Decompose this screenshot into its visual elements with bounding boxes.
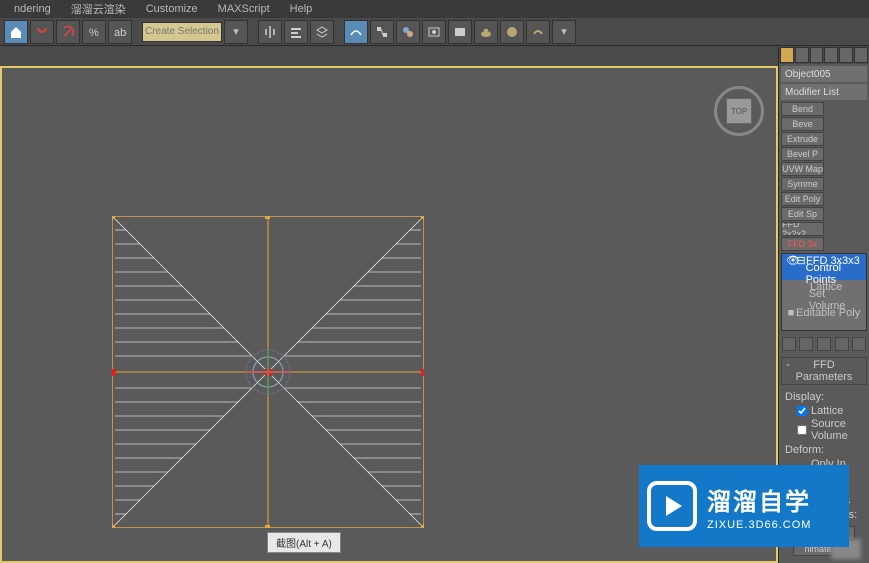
curve-editor-icon[interactable] [344, 20, 368, 44]
render-preset-icon[interactable] [526, 20, 550, 44]
watermark-url: ZIXUE.3D66.COM [707, 519, 811, 531]
modifier-list-dropdown[interactable]: Modifier List [781, 84, 867, 100]
mod-bend[interactable]: Bend [781, 102, 824, 116]
modifier-stack[interactable]: 👁⊟FFD 3x3x3 Control Points Lattice Set V… [781, 253, 867, 331]
hierarchy-tab-icon[interactable] [810, 47, 824, 63]
watermark: 溜溜自学 ZIXUE.3D66.COM [639, 465, 849, 547]
motion-tab-icon[interactable] [824, 47, 838, 63]
remove-modifier-icon[interactable] [835, 337, 849, 351]
configure-sets-icon[interactable] [852, 337, 866, 351]
menu-rendering[interactable]: ndering [4, 3, 61, 15]
angle-snap-icon[interactable] [56, 20, 80, 44]
percent-snap-icon[interactable]: % [82, 20, 106, 44]
mod-bevel-profile[interactable]: Bevel P [781, 147, 824, 161]
pin-stack-icon[interactable] [782, 337, 796, 351]
source-volume-checkbox[interactable]: Source Volume [797, 418, 863, 442]
align-icon[interactable] [284, 20, 308, 44]
spinner-snap-icon[interactable]: abc [108, 20, 132, 44]
create-tab-icon[interactable] [780, 47, 794, 63]
main-toolbar: % abc ▾ ▾ [0, 18, 869, 46]
mod-uvw-map[interactable]: UVW Map [781, 162, 824, 176]
render-setup-icon[interactable] [422, 20, 446, 44]
menu-customize[interactable]: Customize [136, 3, 208, 15]
svg-text:%: % [89, 27, 99, 39]
layers-icon[interactable] [310, 20, 334, 44]
mod-bevel[interactable]: Beve [781, 117, 824, 131]
render-dropdown-icon[interactable]: ▾ [552, 20, 576, 44]
modify-tab-icon[interactable] [795, 47, 809, 63]
object-name-field[interactable]: Object005 [781, 66, 867, 82]
home-icon[interactable] [4, 20, 28, 44]
show-end-result-icon[interactable] [799, 337, 813, 351]
deform-label: Deform: [785, 444, 863, 456]
utilities-tab-icon[interactable] [854, 47, 868, 63]
mod-extrude[interactable]: Extrude [781, 132, 824, 146]
stack-editable-poly[interactable]: ■Editable Poly [782, 306, 866, 319]
command-panel-tabs [779, 46, 869, 64]
mod-ffd-3x3x3[interactable]: FFD 3x [781, 237, 824, 251]
ffd-parameters-rollout[interactable]: -FFD Parameters [781, 357, 867, 385]
snap-toggle-icon[interactable] [30, 20, 54, 44]
watermark-title: 溜溜自学 [707, 482, 811, 517]
ffd-geometry[interactable] [112, 216, 424, 528]
stack-set-volume[interactable]: Set Volume [782, 293, 866, 306]
schematic-view-icon[interactable] [370, 20, 394, 44]
mod-symmetry[interactable]: Symme [781, 177, 824, 191]
teapot-render-icon[interactable] [474, 20, 498, 44]
lattice-checkbox[interactable]: Lattice [797, 405, 863, 417]
display-label: Display: [785, 391, 863, 403]
render-icon[interactable] [500, 20, 524, 44]
menu-maxscript[interactable]: MAXScript [208, 3, 280, 15]
mod-ffd-2x2x2[interactable]: FFD 2x2x2 [781, 222, 824, 236]
selection-set-dropdown-icon[interactable]: ▾ [224, 20, 248, 44]
selection-set-input[interactable] [142, 22, 222, 42]
stack-toolbar [781, 335, 867, 353]
viewcube-face[interactable]: TOP [726, 98, 752, 124]
modifier-buttons: Bend Beve Extrude Bevel P UVW Map Symme … [779, 102, 869, 251]
mod-edit-spline[interactable]: Edit Sp [781, 207, 824, 221]
menu-cloud-render[interactable]: 溜溜云渲染 [61, 1, 136, 17]
mod-edit-poly[interactable]: Edit Poly [781, 192, 824, 206]
render-frame-icon[interactable] [448, 20, 472, 44]
play-icon [647, 481, 697, 531]
make-unique-icon[interactable] [817, 337, 831, 351]
mirror-icon[interactable] [258, 20, 282, 44]
material-editor-icon[interactable] [396, 20, 420, 44]
svg-text:abc: abc [114, 27, 127, 39]
screenshot-tooltip: 截图(Alt + A) [267, 532, 341, 553]
viewcube[interactable]: TOP [714, 86, 764, 136]
display-tab-icon[interactable] [839, 47, 853, 63]
menu-help[interactable]: Help [280, 3, 323, 15]
stack-control-points[interactable]: Control Points [782, 267, 866, 280]
main-menubar: ndering 溜溜云渲染 Customize MAXScript Help [0, 0, 869, 18]
